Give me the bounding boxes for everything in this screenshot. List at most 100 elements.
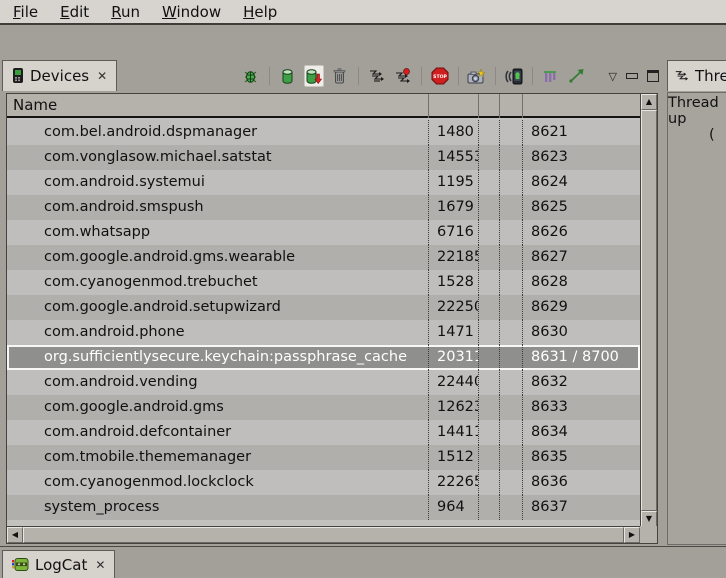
table-row[interactable]: com.android.vending224408632	[7, 370, 640, 395]
menu-help[interactable]: Help	[232, 2, 288, 22]
sysinfo-icon[interactable]	[541, 65, 561, 87]
port-cell: 8626	[523, 220, 640, 245]
minimize-icon[interactable]	[626, 73, 638, 79]
tab-devices[interactable]: Devices ✕	[2, 60, 117, 91]
tab-logcat[interactable]: LogCat ✕	[2, 550, 115, 578]
empty-cell	[479, 470, 500, 495]
menu-window[interactable]: Window	[151, 2, 232, 22]
screen-capture-icon[interactable]	[467, 65, 487, 87]
tab-threads[interactable]: Threa	[667, 60, 726, 91]
table-row[interactable]: com.google.android.gms126238633	[7, 395, 640, 420]
close-icon[interactable]: ✕	[95, 559, 105, 571]
logcat-view: LogCat ✕	[0, 546, 726, 577]
menu-edit[interactable]: Edit	[49, 2, 100, 22]
threads-icon	[674, 69, 689, 84]
scrollbar-corner	[640, 526, 657, 543]
table-row[interactable]: org.sufficientlysecure.keychain:passphra…	[7, 345, 640, 370]
port-cell: 8623	[523, 145, 640, 170]
pid-cell: 22185	[429, 245, 479, 270]
port-cell: 8628	[523, 270, 640, 295]
device-phone-icon	[12, 68, 24, 84]
devices-tabstrip: Devices ✕	[2, 60, 662, 92]
process-name-cell: org.sufficientlysecure.keychain:passphra…	[7, 345, 429, 370]
pid-cell: 1471	[429, 320, 479, 345]
process-name-cell: com.google.android.gms.wearable	[7, 245, 429, 270]
empty-cell	[479, 220, 500, 245]
column-header-port[interactable]	[523, 94, 640, 118]
bug-icon	[242, 68, 259, 85]
empty-cell	[479, 195, 500, 220]
menu-file[interactable]: File	[2, 2, 49, 22]
table-row[interactable]: com.tmobile.thememanager15128635	[7, 445, 640, 470]
process-name-cell: com.cyanogenmod.lockclock	[7, 470, 429, 495]
port-cell: 8630	[523, 320, 640, 345]
column-header-pid[interactable]	[429, 94, 479, 118]
table-row[interactable]: com.bel.android.dspmanager14808621	[7, 120, 640, 145]
table-row[interactable]: com.vonglasow.michael.satstat145538623	[7, 145, 640, 170]
menu-run[interactable]: Run	[100, 2, 151, 22]
empty-cell	[500, 245, 523, 270]
table-row[interactable]: com.android.defcontainer144118634	[7, 420, 640, 445]
process-name-cell: com.whatsapp	[7, 220, 429, 245]
pid-cell: 22265	[429, 470, 479, 495]
scroll-left-icon[interactable]: ◀	[7, 527, 23, 543]
pid-cell: 1512	[429, 445, 479, 470]
threads-message-line1: Thread up	[668, 95, 726, 127]
table-row[interactable]: com.android.systemui11958624	[7, 170, 640, 195]
table-row[interactable]: com.cyanogenmod.trebuchet15288628	[7, 270, 640, 295]
menu-bar: File Edit Run Window Help	[0, 0, 726, 25]
table-row[interactable]: com.android.smspush16798625	[7, 195, 640, 220]
process-name-cell: com.bel.android.dspmanager	[7, 120, 429, 145]
dump-hprof-icon[interactable]	[304, 65, 324, 87]
heap-cylinder-icon	[281, 68, 294, 85]
pid-cell: 6716	[429, 220, 479, 245]
vertical-scroll-thumb[interactable]	[641, 110, 657, 511]
stop-process-icon[interactable]: STOP	[430, 65, 450, 87]
update-threads-icon[interactable]	[367, 65, 387, 87]
empty-cell	[500, 370, 523, 395]
view-menu-icon[interactable]: ▽	[609, 71, 617, 82]
table-row[interactable]: com.google.android.gms.wearable22185 8627	[7, 245, 640, 270]
scroll-up-icon[interactable]: ▲	[641, 94, 657, 110]
pid-cell: 20311	[429, 345, 479, 370]
start-method-profiling-icon[interactable]	[393, 65, 413, 87]
empty-cell	[500, 270, 523, 295]
close-icon[interactable]: ✕	[97, 70, 107, 82]
debug-attach-icon[interactable]	[241, 65, 261, 87]
green-arrow-icon	[568, 68, 585, 84]
table-row[interactable]: com.cyanogenmod.lockclock22265 8636	[7, 470, 640, 495]
empty-cell	[479, 320, 500, 345]
sysinfo-bars-icon	[543, 69, 559, 84]
cause-gc-icon[interactable]	[330, 65, 350, 87]
table-row[interactable]: com.whatsapp6716 8626	[7, 220, 640, 245]
empty-cell	[500, 145, 523, 170]
horizontal-scroll-thumb[interactable]	[23, 527, 624, 543]
tab-logcat-label: LogCat	[35, 556, 87, 574]
empty-cell	[500, 445, 523, 470]
column-header-3[interactable]	[500, 94, 523, 118]
port-cell: 8627	[523, 245, 640, 270]
maximize-icon[interactable]	[647, 70, 659, 82]
empty-cell	[479, 495, 500, 520]
vertical-scrollbar[interactable]: ▲ ▼	[640, 94, 657, 527]
table-row[interactable]: com.google.android.setupwizard222508629	[7, 295, 640, 320]
port-cell: 8635	[523, 445, 640, 470]
threads-message: Thread up (	[667, 92, 726, 545]
toolbar-separator	[358, 67, 359, 85]
column-header-2[interactable]	[479, 94, 500, 118]
frame-capture-icon[interactable]	[504, 65, 524, 87]
update-heap-icon[interactable]	[278, 65, 298, 87]
table-row[interactable]: com.android.phone14718630	[7, 320, 640, 345]
toolbar-separator	[495, 67, 496, 85]
stop-sign-icon: STOP	[431, 67, 449, 85]
table-row[interactable]: system_process9648637	[7, 495, 640, 520]
toolbar-separator	[421, 67, 422, 85]
empty-cell	[500, 470, 523, 495]
process-name-cell: com.google.android.gms	[7, 395, 429, 420]
scroll-right-icon[interactable]: ▶	[624, 527, 640, 543]
start-opengl-trace-icon[interactable]	[567, 65, 587, 87]
port-cell: 8636	[523, 470, 640, 495]
scroll-down-icon[interactable]: ▼	[641, 511, 657, 527]
horizontal-scrollbar[interactable]: ◀ ▶	[7, 526, 640, 543]
column-header-name[interactable]: Name	[7, 94, 429, 118]
